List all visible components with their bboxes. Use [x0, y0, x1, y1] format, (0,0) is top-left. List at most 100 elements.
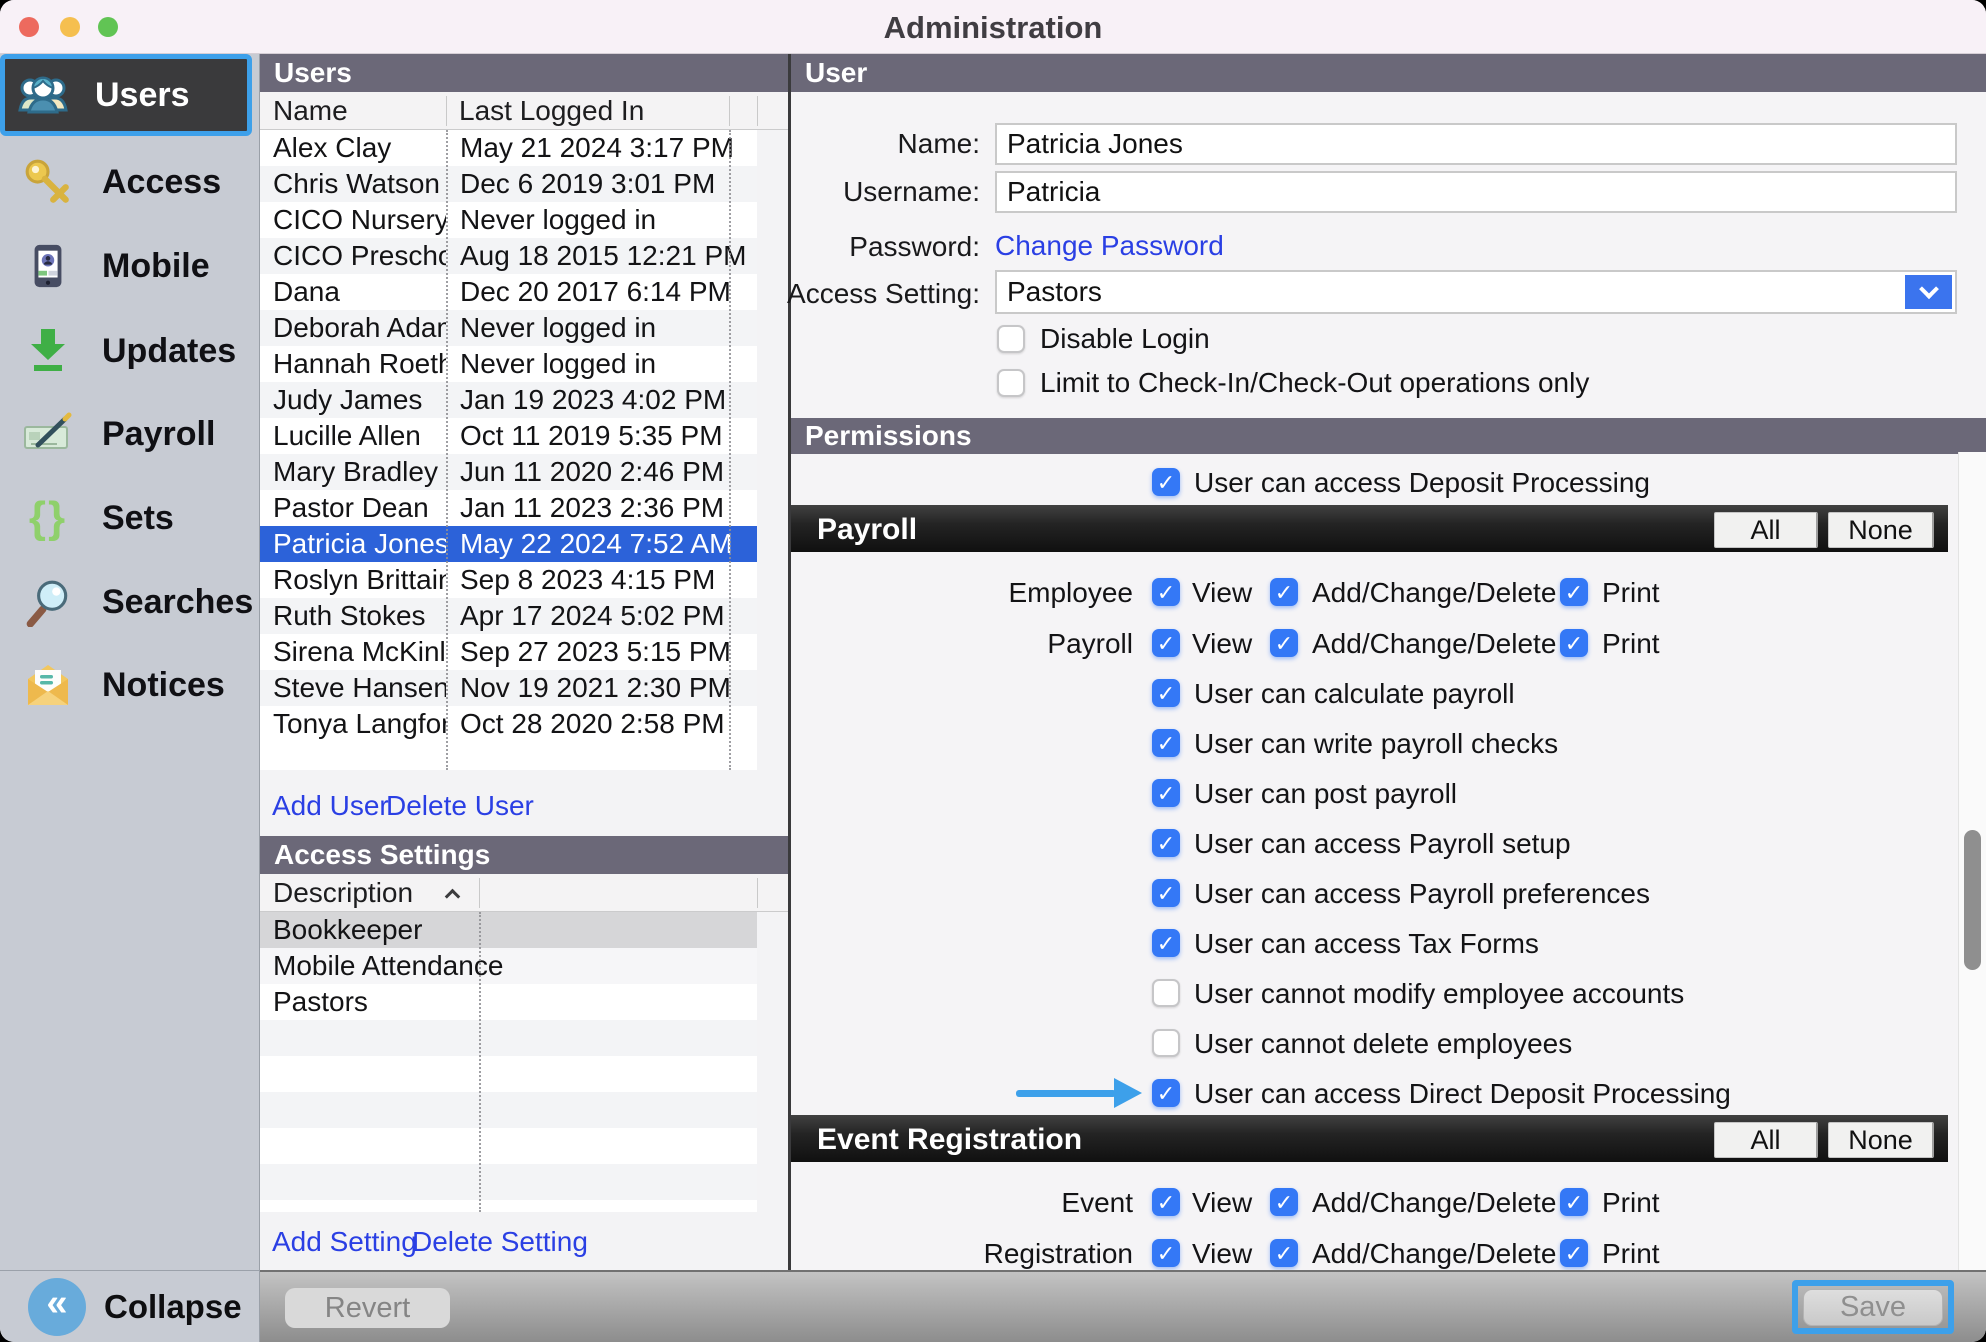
payroll-print-checkbox[interactable]: [1560, 629, 1588, 657]
sidebar-item-label: Payroll: [102, 415, 215, 454]
direct-deposit-checkbox[interactable]: [1152, 1079, 1180, 1107]
table-row[interactable]: Sirena McKinleySep 27 2023 5:15 PM: [260, 634, 757, 670]
checkbox-label: Disable Login: [1040, 325, 1210, 353]
calculate-payroll-checkbox[interactable]: [1152, 679, 1180, 707]
checkbox-label: Add/Change/Delete: [1312, 1239, 1556, 1269]
sidebar-item-access[interactable]: Access: [0, 140, 260, 224]
add-setting-link[interactable]: Add Setting: [272, 1226, 417, 1258]
checkbox-label: Add/Change/Delete: [1312, 629, 1556, 659]
name-field[interactable]: [995, 123, 1957, 165]
access-setting-select[interactable]: Pastors: [995, 270, 1957, 314]
username-field[interactable]: [995, 171, 1957, 213]
collapse-area[interactable]: « Collapse: [0, 1270, 260, 1342]
event-permissions-row: Event View Add/Change/Delete Print: [791, 1188, 1948, 1218]
delete-setting-link[interactable]: Delete Setting: [412, 1226, 588, 1258]
column-divider: [479, 912, 481, 1212]
check-pen-icon: [20, 408, 76, 460]
event-print-checkbox[interactable]: [1560, 1188, 1588, 1216]
table-row[interactable]: Pastors: [260, 984, 757, 1020]
tax-forms-checkbox[interactable]: [1152, 929, 1180, 957]
payroll-acd-checkbox[interactable]: [1270, 629, 1298, 657]
checkbox-label: View: [1192, 629, 1252, 659]
table-row[interactable]: Alex ClayMay 21 2024 3:17 PM: [260, 130, 757, 166]
sidebar-item-users[interactable]: Users: [0, 54, 252, 136]
registration-acd-checkbox[interactable]: [1270, 1239, 1298, 1267]
delete-user-link[interactable]: Delete User: [386, 790, 534, 822]
registration-print-checkbox[interactable]: [1560, 1239, 1588, 1267]
employee-permissions-row: Employee View Add/Change/Delete Print: [791, 578, 1948, 608]
collapse-icon: «: [28, 1278, 86, 1336]
table-row[interactable]: Lucille AllenOct 11 2019 5:35 PM: [260, 418, 757, 454]
payroll-preferences-checkbox[interactable]: [1152, 879, 1180, 907]
table-row[interactable]: Mobile Attendance: [260, 948, 757, 984]
table-row[interactable]: Tonya LangfordOct 28 2020 2:58 PM: [260, 706, 757, 742]
limit-cico-row: Limit to Check-In/Check-Out operations o…: [997, 369, 1025, 402]
save-button[interactable]: Save: [1803, 1289, 1943, 1326]
registration-permissions-row: Registration View Add/Change/Delete Prin…: [791, 1239, 1948, 1269]
payroll-all-button[interactable]: All: [1714, 512, 1818, 548]
event-all-button[interactable]: All: [1714, 1122, 1818, 1158]
table-row-empty: [260, 1164, 757, 1200]
write-payroll-checks-checkbox[interactable]: [1152, 729, 1180, 757]
cannot-modify-employee-accounts-checkbox[interactable]: [1152, 979, 1180, 1007]
name-label: Name:: [730, 127, 980, 161]
post-payroll-checkbox[interactable]: [1152, 779, 1180, 807]
table-row[interactable]: Deborah AdamsNever logged in: [260, 310, 757, 346]
employee-acd-checkbox[interactable]: [1270, 578, 1298, 606]
access-setting-label: Access Setting:: [730, 277, 980, 311]
table-row[interactable]: CICO NurseryNever logged in: [260, 202, 757, 238]
checkbox-label: User cannot modify employee accounts: [1194, 979, 1684, 1009]
add-user-link[interactable]: Add User: [272, 790, 389, 822]
scrollbar-track[interactable]: [1958, 452, 1986, 1270]
revert-button[interactable]: Revert: [285, 1288, 450, 1328]
payroll-setup-checkbox[interactable]: [1152, 829, 1180, 857]
access-settings-table-header: Description: [260, 874, 788, 912]
checkbox-label: User can calculate payroll: [1194, 679, 1515, 709]
event-none-button[interactable]: None: [1828, 1122, 1934, 1158]
table-row[interactable]: DanaDec 20 2017 6:14 PM: [260, 274, 757, 310]
table-row-selected[interactable]: Patricia JonesMay 22 2024 7:52 AM: [260, 526, 757, 562]
table-row[interactable]: CICO PreschoolAug 18 2015 12:21 PM: [260, 238, 757, 274]
checkbox-label: Print: [1602, 1188, 1660, 1218]
sidebar-item-updates[interactable]: Updates: [0, 309, 260, 393]
sidebar-item-notices[interactable]: Notices: [0, 643, 260, 727]
column-header-description[interactable]: Description: [260, 874, 479, 912]
change-password-link[interactable]: Change Password: [995, 230, 1224, 262]
column-header-name[interactable]: Name: [260, 92, 446, 130]
checkbox-label: View: [1192, 1239, 1252, 1269]
disable-login-checkbox[interactable]: [997, 325, 1025, 353]
dropdown-button[interactable]: [1905, 275, 1952, 309]
table-row[interactable]: Chris WatsonDec 6 2019 3:01 PM: [260, 166, 757, 202]
deposit-processing-checkbox[interactable]: [1152, 468, 1180, 496]
sidebar-item-searches[interactable]: Searches: [0, 560, 260, 644]
limit-cico-checkbox[interactable]: [997, 369, 1025, 397]
payroll-none-button[interactable]: None: [1828, 512, 1934, 548]
column-header-last-logged-in[interactable]: Last Logged In: [446, 92, 729, 130]
table-row[interactable]: Pastor DeanJan 11 2023 2:36 PM: [260, 490, 757, 526]
access-settings-section-header: Access Settings: [260, 836, 788, 874]
payroll-view-checkbox[interactable]: [1152, 629, 1180, 657]
employee-view-checkbox[interactable]: [1152, 578, 1180, 606]
table-row[interactable]: Judy JamesJan 19 2023 4:02 PM: [260, 382, 757, 418]
sidebar-item-payroll[interactable]: Payroll: [0, 392, 260, 476]
sidebar-item-mobile[interactable]: Mobile: [0, 224, 260, 308]
checkbox-label: View: [1192, 1188, 1252, 1218]
table-row[interactable]: Hannah RoethleNever logged in: [260, 346, 757, 382]
cannot-delete-employees-checkbox[interactable]: [1152, 1029, 1180, 1057]
password-label: Password:: [730, 230, 980, 264]
table-row[interactable]: Mary BradleyJun 11 2020 2:46 PM: [260, 454, 757, 490]
employee-print-checkbox[interactable]: [1560, 578, 1588, 606]
table-row[interactable]: Steve HansenNov 19 2021 2:30 PM: [260, 670, 757, 706]
registration-view-checkbox[interactable]: [1152, 1239, 1180, 1267]
event-acd-checkbox[interactable]: [1270, 1188, 1298, 1216]
envelope-icon: [20, 659, 76, 711]
sidebar-item-sets[interactable]: {} Sets: [0, 476, 260, 560]
row-label: Registration: [791, 1239, 1133, 1269]
table-row[interactable]: Roslyn BrittainSep 8 2023 4:15 PM: [260, 562, 757, 598]
table-row-selected[interactable]: Bookkeeper: [260, 912, 757, 948]
table-row[interactable]: Ruth StokesApr 17 2024 5:02 PM: [260, 598, 757, 634]
checkbox-label: User cannot delete employees: [1194, 1029, 1572, 1059]
event-view-checkbox[interactable]: [1152, 1188, 1180, 1216]
scrollbar-thumb[interactable]: [1964, 830, 1981, 970]
sidebar-item-label: Notices: [102, 666, 225, 705]
